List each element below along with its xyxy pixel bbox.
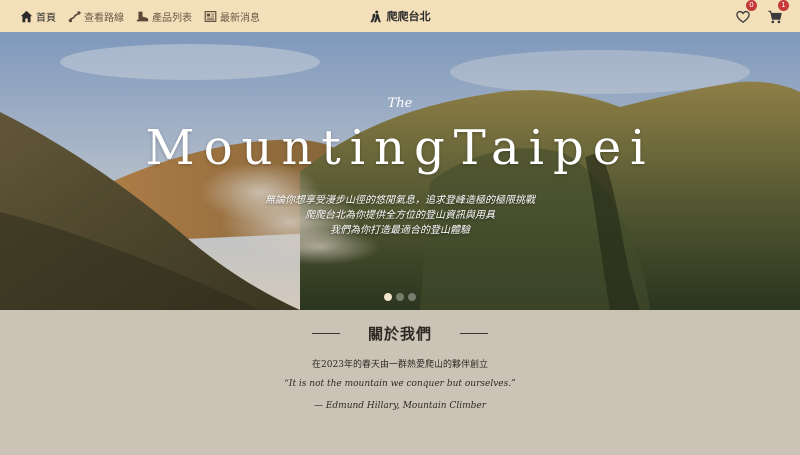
hero-line: 無論你想享受漫步山徑的悠閒氣息，追求登峰造極的極限挑戰 [265,195,535,206]
brand-name: 爬爬台北 [386,10,431,23]
cart-icon [768,10,782,24]
hero-line: 爬爬台北為你提供全方位的登山資訊與用具 [305,210,495,221]
home-icon [20,10,33,22]
about-heading: 關於我們 [0,323,800,344]
wishlist-button[interactable]: 0 [736,0,757,24]
hero-line: 我們為你打造最適合的登山體驗 [330,225,470,236]
hero-carousel: The MountingTaipei 無論你想享受漫步山徑的悠閒氣息，追求登峰造… [0,32,800,310]
nav-item-news[interactable]: 最新消息 [204,9,260,24]
mountaineer-icon [370,10,381,22]
about-quote: “It is not the mountain we conquer but o… [284,379,516,389]
carousel-dot[interactable] [408,293,416,301]
cart-count-badge: 1 [778,0,789,11]
about-description: 在2023年的春天由一群熱愛爬山的夥伴創立 [312,360,488,370]
boot-icon [136,11,149,21]
top-navbar: 首頁 查看路線 產品列表 最新消息 爬爬台北 0 1 [0,0,800,32]
about-section: 關於我們 在2023年的春天由一群熱愛爬山的夥伴創立 “It is not th… [0,310,800,455]
carousel-dot[interactable] [384,293,392,301]
nav-item-label: 首頁 [36,12,56,24]
about-title: 關於我們 [367,325,432,343]
nav-menu: 首頁 查看路線 產品列表 最新消息 [20,9,260,24]
wishlist-count-badge: 0 [746,0,757,11]
nav-item-products[interactable]: 產品列表 [136,9,192,24]
nav-item-label: 查看路線 [84,12,124,24]
hero-title: MountingTaipei [145,120,655,176]
nav-item-home[interactable]: 首頁 [20,9,56,24]
heading-divider [311,333,340,334]
nav-actions: 0 1 [736,0,789,32]
brand-logo[interactable]: 爬爬台北 [370,0,431,32]
nav-item-label: 最新消息 [220,12,260,24]
carousel-dot[interactable] [396,293,404,301]
newspaper-icon [204,10,217,22]
route-icon [68,10,81,22]
heading-divider [460,333,488,334]
hero-description: 無論你想享受漫步山徑的悠閒氣息，追求登峰造極的極限挑戰 爬爬台北為你提供全方位的… [0,193,800,238]
heart-icon [736,10,750,24]
cart-button[interactable]: 1 [768,0,789,24]
hero-subtitle: The [387,96,413,111]
quote-author: — Edmund Hillary, Mountain Climber [313,401,486,411]
nav-item-routes[interactable]: 查看路線 [68,9,124,24]
nav-item-label: 產品列表 [152,12,192,24]
carousel-indicators [0,293,800,301]
